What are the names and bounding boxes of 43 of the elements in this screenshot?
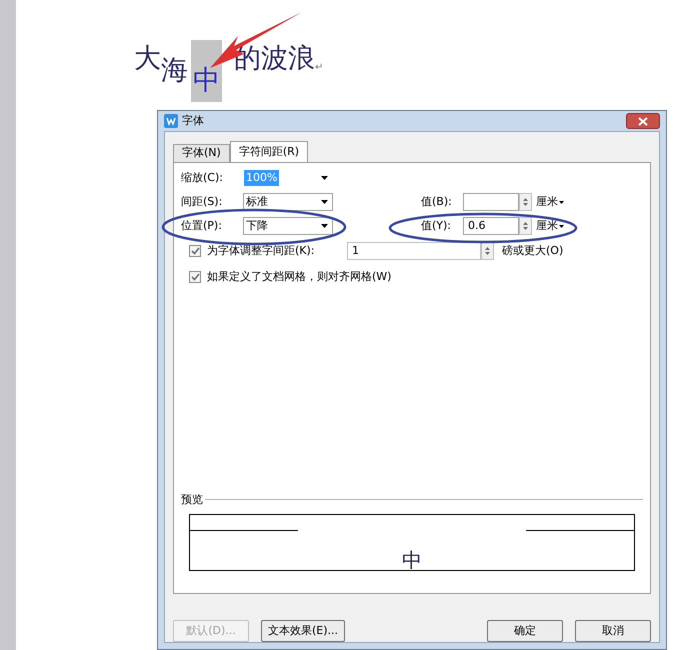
caret-icon <box>321 224 328 228</box>
value-field[interactable]: 0.6 <box>463 217 519 235</box>
caret-icon <box>559 224 564 228</box>
spin-button[interactable] <box>481 242 494 260</box>
checkbox[interactable] <box>189 245 201 257</box>
caret-icon <box>321 200 328 204</box>
preview-sample: 中 <box>402 549 422 571</box>
spin-button[interactable] <box>519 193 532 211</box>
caret-icon <box>559 200 564 204</box>
paragraph-mark: ↵ <box>315 61 324 75</box>
field-label: 位置(P): <box>181 218 223 234</box>
field-label: 缩放(C): <box>181 170 224 186</box>
caret-icon <box>321 176 328 180</box>
field-label: 值(B): <box>421 194 453 210</box>
document-text: 海 <box>161 54 188 88</box>
value-field[interactable] <box>463 193 519 211</box>
dialog-button[interactable]: 确定 <box>487 620 563 642</box>
checkbox[interactable] <box>189 271 201 283</box>
unit-dropdown[interactable]: 厘米 <box>536 194 564 210</box>
field-label: 间距(S): <box>181 194 224 210</box>
document-text: 中 <box>191 40 222 102</box>
dialog-title: 字体 <box>182 112 204 129</box>
document-text: 大 <box>134 42 161 76</box>
dialog-button[interactable]: 取消 <box>575 620 651 642</box>
spin-button[interactable] <box>519 217 532 235</box>
preview-label: 预览 <box>181 492 203 508</box>
dropdown[interactable]: 标准 <box>243 193 333 211</box>
tab[interactable]: 字体(N) <box>173 144 230 162</box>
dialog-button[interactable]: 文本效果(E)... <box>261 620 346 642</box>
unit-label: 磅或更大(O) <box>502 242 564 259</box>
dropdown[interactable]: 下降 <box>243 217 333 235</box>
app-logo-icon <box>164 114 178 128</box>
checkbox-label: 如果定义了文档网格，则对齐网格(W) <box>207 268 392 285</box>
spin-arrows-icon <box>522 220 529 232</box>
close-button[interactable] <box>626 113 660 129</box>
checkbox-label: 为字体调整字间距(K): <box>207 242 316 259</box>
spin-arrows-icon <box>522 196 529 208</box>
spin-arrows-icon <box>484 245 491 257</box>
unit-dropdown[interactable]: 厘米 <box>536 218 564 234</box>
field-label: 值(Y): <box>421 218 452 234</box>
close-icon <box>638 116 648 126</box>
value-field[interactable]: 1 <box>347 242 481 260</box>
tab[interactable]: 字符间距(R) <box>230 141 308 162</box>
